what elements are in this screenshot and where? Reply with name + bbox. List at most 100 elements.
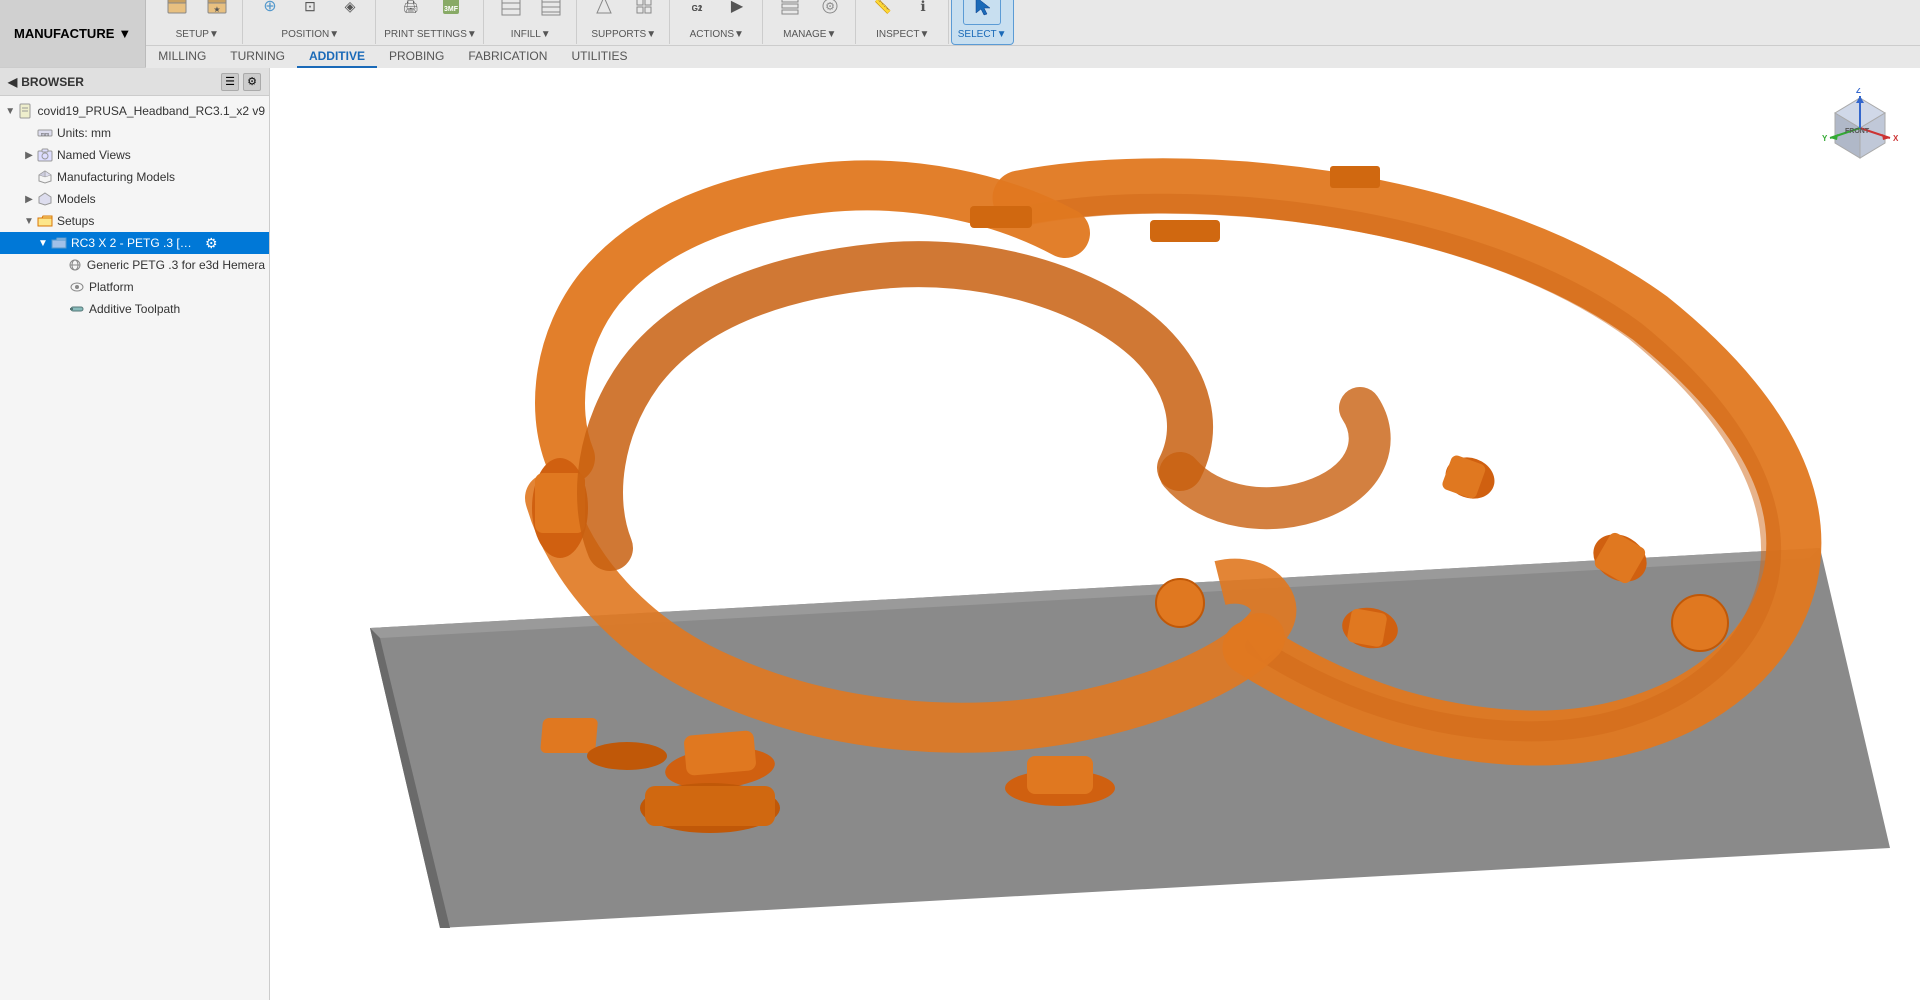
supports2-btn[interactable] — [625, 0, 663, 25]
auto-arrange-btn[interactable]: ⊕ — [251, 0, 289, 25]
named-views-label: Named Views — [57, 148, 131, 162]
browser-label: BROWSER — [21, 75, 84, 89]
viewport-3d[interactable]: X Y Z FRONT — [270, 68, 1920, 1000]
toolpath-label: Additive Toolpath — [89, 302, 180, 316]
tree-item-setups[interactable]: ▼ Setups — [0, 210, 269, 232]
actions-label: ACTIONS▼ — [690, 29, 744, 40]
tab-milling[interactable]: MILLING — [146, 46, 218, 68]
tree-item-additive-toolpath[interactable]: Additive Toolpath — [0, 298, 269, 320]
main-area: ◀ BROWSER ☰ ⚙ ▼ covid19_PRUSA_Headband_R… — [0, 68, 1920, 1000]
supports-group: SUPPORTS▼ — [579, 0, 670, 44]
manage-label: MANAGE▼ — [783, 29, 836, 40]
models-label: Models — [57, 192, 96, 206]
tree-expand-units — [22, 128, 36, 139]
svg-text:Z: Z — [1856, 88, 1861, 95]
tree-item-setup1[interactable]: ▼ RC3 X 2 - PETG .3 [Work offset-... ⚙ — [0, 232, 269, 254]
tab-turning[interactable]: TURNING — [218, 46, 297, 68]
svg-text:3MF: 3MF — [444, 6, 459, 13]
print-settings-btn[interactable]: 🖨 — [392, 0, 430, 25]
svg-text:ℹ: ℹ — [920, 0, 925, 14]
toolpath-icon — [68, 300, 86, 318]
manufacture-dropdown-arrow: ▼ — [118, 26, 131, 41]
infill-btn[interactable] — [492, 0, 530, 25]
tab-fabrication[interactable]: FABRICATION — [456, 46, 559, 68]
3mf-btn[interactable]: 3MF — [432, 0, 470, 25]
svg-text:⚙: ⚙ — [825, 1, 835, 13]
tab-probing[interactable]: PROBING — [377, 46, 456, 68]
svg-text:X: X — [1893, 134, 1899, 143]
actions-simulate-btn[interactable]: ▶ — [718, 0, 756, 25]
position-group: ⊕ ⊡ ◈ POSITION▼ — [245, 0, 376, 44]
actions-group: G1G2 ▶ ACTIONS▼ — [672, 0, 763, 44]
svg-text:FRONT: FRONT — [1845, 128, 1870, 135]
inspect-label: INSPECT▼ — [876, 29, 929, 40]
tree-expand-toolpath — [54, 304, 68, 315]
tree-item-named-views[interactable]: ▶ Named Views — [0, 144, 269, 166]
eye-icon — [68, 278, 86, 296]
supports-btn[interactable] — [585, 0, 623, 25]
svg-text:mm: mm — [41, 132, 49, 138]
tree-expand-named-views[interactable]: ▶ — [22, 150, 36, 161]
tab-utilities[interactable]: UTILITIES — [559, 46, 639, 68]
svg-text:★: ★ — [214, 5, 221, 14]
main-toolbar: MANUFACTURE ▼ — [0, 0, 1920, 68]
generic-petg-label: Generic PETG .3 for e3d Hemera — [87, 258, 265, 272]
browser-title: ◀ BROWSER — [8, 75, 84, 89]
position-label: POSITION▼ — [281, 29, 339, 40]
browser-controls: ☰ ⚙ — [221, 73, 261, 91]
tree-expand-root[interactable]: ▼ — [4, 106, 17, 117]
print-settings-group: 🖨 3MF PRINT SETTINGS▼ — [378, 0, 484, 44]
browser-settings-btn[interactable]: ⚙ — [243, 73, 261, 91]
3d-scene-svg — [270, 68, 1920, 1000]
browser-tree: ▼ covid19_PRUSA_Headband_RC3.1_x2 v9 mm … — [0, 96, 269, 1000]
actions-gcode-btn[interactable]: G1G2 — [678, 0, 716, 25]
infill2-btn[interactable] — [532, 0, 570, 25]
position-btn[interactable]: ⊡ — [291, 0, 329, 25]
models-cube-icon — [36, 190, 54, 208]
browser-options-btn[interactable]: ☰ — [221, 73, 239, 91]
svg-text:G2: G2 — [691, 4, 702, 13]
inspect2-btn[interactable]: ℹ — [904, 0, 942, 25]
new-setup-btn[interactable] — [158, 0, 196, 25]
supports-label: SUPPORTS▼ — [591, 29, 656, 40]
file-icon — [17, 102, 35, 120]
inspect-group: 📏 ℹ INSPECT▼ — [858, 0, 949, 44]
material-icon — [66, 256, 84, 274]
orient-btn[interactable]: ◈ — [331, 0, 369, 25]
setup1-settings-icon[interactable]: ⚙ — [205, 235, 218, 252]
setup-folder-icon — [50, 234, 68, 252]
tree-expand-setup1[interactable]: ▼ — [36, 238, 50, 249]
setups-folder-icon — [36, 212, 54, 230]
browser-expand-arrow[interactable]: ◀ — [8, 75, 17, 89]
svg-text:◈: ◈ — [345, 0, 356, 14]
cube-icon — [36, 168, 54, 186]
manage-group: ⚙ MANAGE▼ — [765, 0, 856, 44]
toolbar-icons-area: ★ SETUP▼ ⊕ ⊡ — [146, 0, 1920, 45]
tree-item-platform[interactable]: Platform — [0, 276, 269, 298]
units-label: Units: mm — [57, 126, 111, 140]
inspect-btn[interactable]: 📏 — [864, 0, 902, 25]
tree-item-root[interactable]: ▼ covid19_PRUSA_Headband_RC3.1_x2 v9 — [0, 100, 269, 122]
tree-item-manufacturing-models[interactable]: Manufacturing Models — [0, 166, 269, 188]
tree-item-models[interactable]: ▶ Models — [0, 188, 269, 210]
tree-expand-mfg-models — [22, 172, 36, 183]
manufacture-label: MANUFACTURE — [14, 26, 114, 41]
setup-group: ★ SETUP▼ — [152, 0, 243, 44]
tree-expand-generic — [54, 260, 66, 271]
tree-expand-setups[interactable]: ▼ — [22, 216, 36, 227]
browser-panel: ◀ BROWSER ☰ ⚙ ▼ covid19_PRUSA_Headband_R… — [0, 68, 270, 1000]
select-label: SELECT▼ — [958, 29, 1007, 40]
setup-from-template-btn[interactable]: ★ — [198, 0, 236, 25]
tab-bar: MILLING TURNING ADDITIVE PROBING FABRICA… — [146, 45, 1920, 68]
manufacture-button[interactable]: MANUFACTURE ▼ — [0, 0, 146, 67]
tree-expand-models[interactable]: ▶ — [22, 194, 36, 205]
select-btn[interactable] — [963, 0, 1001, 25]
tree-item-generic-petg[interactable]: Generic PETG .3 for e3d Hemera — [0, 254, 269, 276]
manage-btn[interactable] — [771, 0, 809, 25]
camera-icon — [36, 146, 54, 164]
setup-label: SETUP▼ — [176, 29, 219, 40]
manage2-btn[interactable]: ⚙ — [811, 0, 849, 25]
tree-item-units[interactable]: mm Units: mm — [0, 122, 269, 144]
infill-label: INFILL▼ — [511, 29, 551, 40]
tab-additive[interactable]: ADDITIVE — [297, 46, 377, 68]
